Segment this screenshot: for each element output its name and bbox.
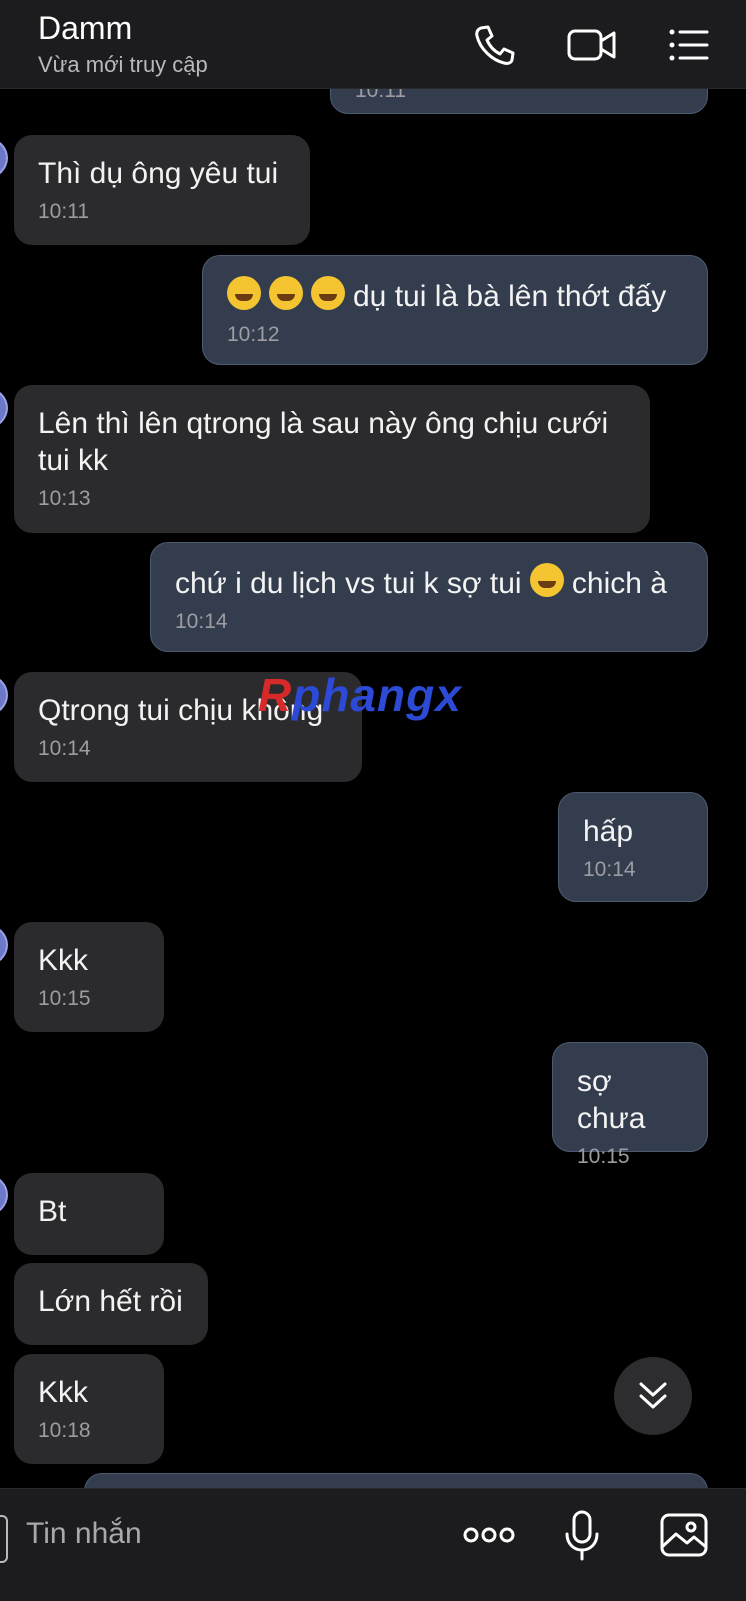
message-text-before: chứ i du lịch vs tui k sợ tui bbox=[175, 567, 522, 600]
message-input[interactable]: Tin nhắn bbox=[26, 1517, 142, 1551]
message-text: Thì dụ ông yêu tui bbox=[38, 157, 279, 190]
contact-status: Vừa mới truy cập bbox=[38, 52, 208, 77]
microphone-icon[interactable] bbox=[556, 1509, 608, 1561]
message-text: Kkk bbox=[38, 1376, 89, 1409]
contact-name[interactable]: Damm bbox=[38, 10, 132, 47]
message-time: 10:12 bbox=[227, 323, 280, 346]
message-time: 10:14 bbox=[583, 858, 636, 881]
menu-list-icon[interactable] bbox=[666, 22, 712, 68]
message-time: 10:15 bbox=[577, 1145, 630, 1168]
message-bubble-incoming[interactable]: Bt bbox=[14, 1173, 164, 1255]
message-time: 10:18 bbox=[38, 1419, 91, 1442]
message-time: 10:15 bbox=[38, 987, 91, 1010]
watermark-logo: Rphangx bbox=[258, 668, 462, 722]
message-bubble-outgoing[interactable]: hấp 10:14 bbox=[558, 792, 708, 902]
video-call-icon[interactable] bbox=[566, 22, 618, 68]
message-time: 10:13 bbox=[38, 487, 91, 510]
more-options-icon[interactable] bbox=[462, 1509, 516, 1561]
message-text: Lớn hết rồi bbox=[38, 1285, 183, 1318]
sender-avatar[interactable] bbox=[0, 925, 8, 965]
sticker-icon[interactable] bbox=[0, 1515, 8, 1563]
sender-avatar[interactable] bbox=[0, 1175, 8, 1215]
message-bubble-incoming[interactable]: Lên thì lên qtrong là sau này ông chịu c… bbox=[14, 385, 650, 533]
message-text: hấp bbox=[583, 815, 634, 848]
message-bubble-outgoing[interactable]: sợ chưa 10:15 bbox=[552, 1042, 708, 1168]
message-text: Kkk bbox=[38, 944, 89, 977]
message-bubble-outgoing[interactable]: 10:11 bbox=[330, 88, 708, 114]
sender-avatar[interactable] bbox=[0, 138, 8, 178]
message-bubble-incoming[interactable]: Lớn hết rồi bbox=[14, 1263, 208, 1345]
grinning-sweat-emoji bbox=[269, 276, 303, 310]
message-bubble-incoming[interactable]: Kkk 10:15 bbox=[14, 922, 164, 1032]
message-bubble-incoming[interactable]: Kkk 10:18 bbox=[14, 1354, 164, 1464]
message-time: 10:14 bbox=[175, 610, 228, 633]
message-time: 10:11 bbox=[355, 88, 406, 102]
message-text-content: dụ tui là bà lên thớt đấy bbox=[353, 280, 667, 313]
sender-avatar[interactable] bbox=[0, 388, 8, 428]
message-text: sợ chưa bbox=[577, 1065, 646, 1135]
message-text: Lên thì lên qtrong là sau này ông chịu c… bbox=[38, 407, 617, 477]
message-time: 10:11 bbox=[38, 200, 89, 223]
watermark-part1: R bbox=[258, 669, 293, 721]
message-text-after: chich à bbox=[571, 567, 667, 600]
message-text: dụ tui là bà lên thớt đấy bbox=[227, 276, 683, 315]
double-chevron-down-icon bbox=[639, 1382, 667, 1409]
message-bubble-outgoing[interactable]: chứ i du lịch vs tui k sợ tui chich à 10… bbox=[150, 542, 708, 652]
message-bubble-outgoing[interactable]: dụ tui là bà lên thớt đấy 10:12 bbox=[202, 255, 708, 365]
message-time: 10:14 bbox=[38, 737, 91, 760]
message-bubble-incoming[interactable]: Thì dụ ông yêu tui 10:11 bbox=[14, 135, 310, 245]
watermark-part2: phangx bbox=[292, 669, 462, 721]
chat-header: Damm Vừa mới truy cập bbox=[0, 0, 746, 89]
message-text: chứ i du lịch vs tui k sợ tui chich à bbox=[175, 563, 683, 602]
message-input-bar: Tin nhắn bbox=[0, 1488, 746, 1601]
image-gallery-icon[interactable] bbox=[658, 1509, 710, 1561]
relieved-face-emoji bbox=[529, 563, 564, 597]
message-text: Bt bbox=[38, 1195, 67, 1228]
message-list[interactable]: 10:11 Thì dụ ông yêu tui 10:11 dụ tui là… bbox=[0, 88, 746, 1516]
sender-avatar[interactable] bbox=[0, 675, 8, 715]
phone-icon[interactable] bbox=[472, 22, 518, 68]
grinning-sweat-emoji bbox=[311, 276, 345, 310]
scroll-to-bottom-button[interactable] bbox=[614, 1357, 692, 1435]
grinning-sweat-emoji bbox=[227, 276, 261, 310]
